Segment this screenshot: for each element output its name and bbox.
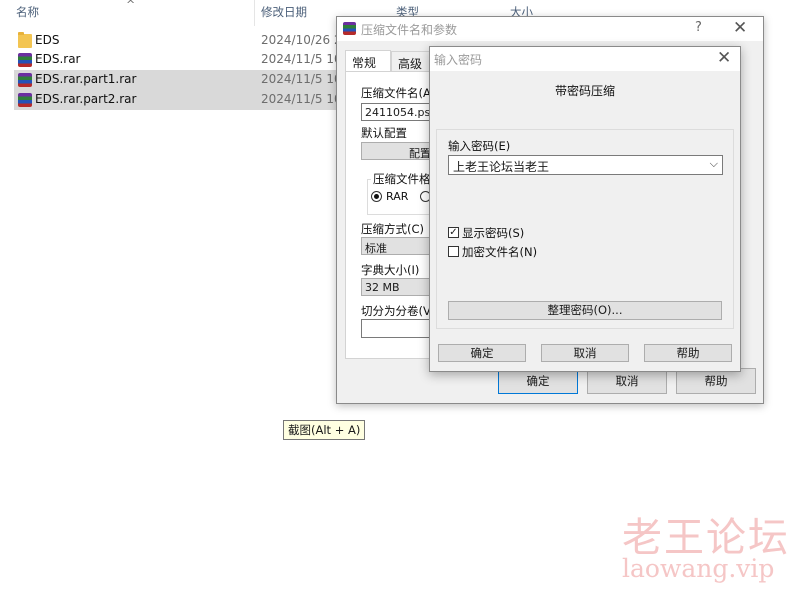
encrypt-filenames-label: 加密文件名(N) (462, 245, 538, 259)
default-profile-label: 默认配置 (361, 126, 407, 140)
dialog-title: 输入密码 (434, 53, 483, 67)
file-row-part1[interactable]: EDS.rar.part1.rar 2024/11/5 10: (14, 70, 346, 90)
close-icon[interactable]: ✕ (733, 18, 747, 38)
screenshot-tooltip: 截图(Alt + A) (283, 420, 366, 440)
split-volumes-label: 切分为分卷(V (361, 304, 431, 318)
password-label: 输入密码(E) (448, 139, 511, 153)
sort-ascending-icon: ^ (126, 0, 136, 11)
format-rar-label: RAR (386, 190, 409, 203)
column-header-name[interactable]: 名称 (16, 4, 39, 22)
method-label: 压缩方式(C) (361, 222, 425, 236)
help-icon[interactable]: ? (695, 20, 702, 35)
password-help-button[interactable]: 帮助 (644, 344, 732, 362)
file-date: 2024/11/5 10: (261, 92, 346, 106)
file-name: EDS.rar.part2.rar (35, 92, 137, 106)
show-password-label: 显示密码(S) (462, 226, 525, 240)
password-input[interactable]: 上老王论坛当老王 ⌵ (448, 155, 723, 175)
winrar-archive-icon (18, 93, 32, 107)
file-date: 2024/11/5 10: (261, 52, 346, 66)
split-volumes-input[interactable] (361, 319, 435, 338)
file-name: EDS (35, 33, 60, 47)
file-row-eds-folder[interactable]: EDS 2024/10/26 2: (14, 31, 346, 51)
file-name: EDS.rar (35, 52, 81, 66)
archive-name-label: 压缩文件名(A (361, 86, 431, 100)
file-date: 2024/10/26 2: (261, 33, 346, 47)
tab-advanced[interactable]: 高级 (391, 51, 431, 73)
method-select[interactable]: 标准 (361, 237, 435, 255)
close-icon[interactable]: ✕ (717, 48, 731, 68)
tab-general[interactable]: 常规 (345, 50, 391, 72)
watermark-url: laowang.vip (622, 554, 775, 583)
column-header-date[interactable]: 修改日期 (261, 4, 307, 22)
encrypt-filenames-checkbox[interactable] (448, 246, 459, 257)
archive-name-input[interactable]: 2411054.psd (361, 103, 435, 121)
format-rar-radio[interactable] (371, 191, 382, 202)
password-dialog-heading: 带密码压缩 (554, 84, 615, 98)
dialog-title: 压缩文件名和参数 (361, 23, 458, 37)
password-value: 上老王论坛当老王 (453, 160, 550, 174)
organize-passwords-button[interactable]: 整理密码(O)... (448, 301, 722, 320)
password-cancel-button[interactable]: 取消 (541, 344, 629, 362)
folder-icon (18, 32, 32, 48)
chevron-down-icon[interactable]: ⌵ (710, 157, 718, 171)
file-row-eds-rar[interactable]: EDS.rar 2024/11/5 10: (14, 50, 346, 70)
password-dialog: 输入密码 ✕ 带密码压缩 输入密码(E) 上老王论坛当老王 ⌵ ✓ 显示密码(S… (429, 46, 741, 372)
file-row-part2[interactable]: EDS.rar.part2.rar 2024/11/5 10: (14, 90, 346, 110)
file-date: 2024/11/5 10: (261, 72, 346, 86)
password-ok-button[interactable]: 确定 (438, 344, 526, 362)
dictionary-label: 字典大小(I) (361, 263, 420, 277)
winrar-archive-icon (18, 53, 32, 67)
profiles-button[interactable]: 配置 (361, 142, 435, 160)
dictionary-select[interactable]: 32 MB (361, 278, 435, 296)
show-password-checkbox[interactable]: ✓ (448, 227, 459, 238)
winrar-app-icon (343, 22, 356, 35)
column-divider[interactable] (254, 0, 255, 26)
winrar-archive-icon (18, 73, 32, 87)
file-name: EDS.rar.part1.rar (35, 72, 137, 86)
